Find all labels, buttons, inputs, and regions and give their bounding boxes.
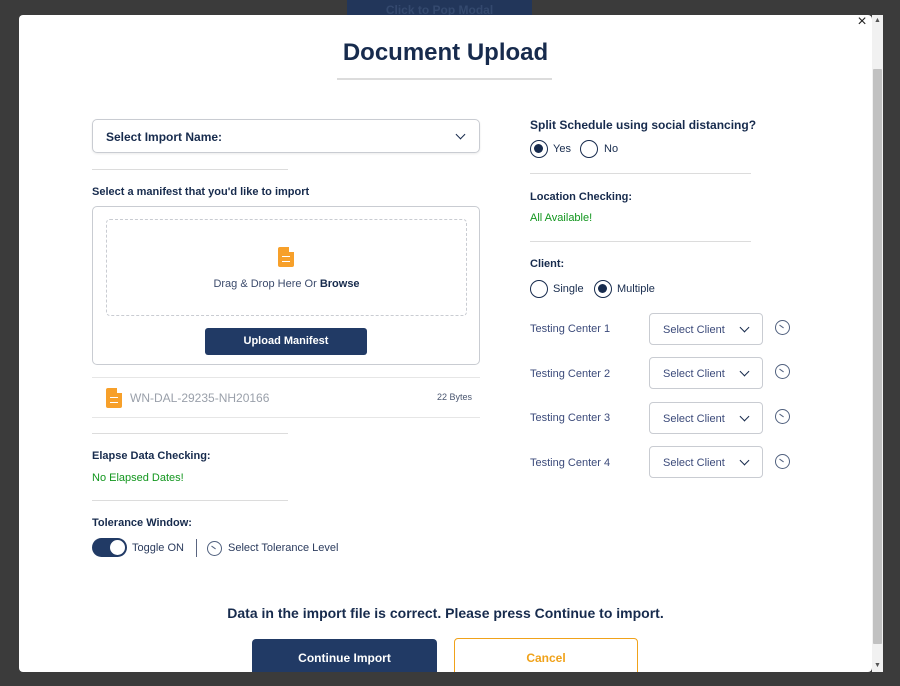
browse-link[interactable]: Browse: [320, 278, 360, 290]
client-label: Client:: [530, 258, 565, 270]
location-status: All Available!: [530, 212, 593, 224]
testing-center-label: Testing Center 2: [530, 368, 611, 380]
radio-multiple[interactable]: [594, 280, 612, 298]
scroll-up-arrow-icon[interactable]: ▲: [872, 15, 883, 27]
select-client-text: Select Client: [663, 413, 725, 425]
toggle-label: Toggle ON: [132, 542, 184, 554]
testing-center-2-select[interactable]: Select Client: [649, 357, 763, 389]
chevron-down-icon: [455, 129, 466, 140]
testing-center-3-select[interactable]: Select Client: [649, 402, 763, 434]
close-icon[interactable]: ×: [855, 14, 869, 30]
chevron-down-icon: [739, 411, 750, 422]
divider: [92, 500, 288, 501]
elapse-label: Elapse Data Checking:: [92, 450, 211, 462]
divider: [92, 169, 288, 170]
upload-manifest-button[interactable]: Upload Manifest: [205, 328, 367, 355]
select-client-text: Select Client: [663, 324, 725, 336]
radio-single-label: Single: [553, 283, 584, 295]
pop-modal-button[interactable]: Click to Pop Modal: [347, 0, 532, 16]
file-name: WN-DAL-29235-NH20166: [130, 391, 270, 405]
separator: [196, 539, 197, 557]
radio-single[interactable]: [530, 280, 548, 298]
document-upload-modal: Document Upload Select Import Name: Sele…: [19, 15, 872, 672]
radio-yes-label: Yes: [553, 143, 571, 155]
radio-yes[interactable]: [530, 140, 548, 158]
testing-center-1-select[interactable]: Select Client: [649, 313, 763, 345]
tolerance-level-link[interactable]: Select Tolerance Level: [228, 542, 338, 554]
import-name-select-label: Select Import Name:: [106, 130, 223, 144]
location-label: Location Checking:: [530, 191, 633, 203]
import-name-select[interactable]: Select Import Name:: [92, 119, 480, 153]
drop-zone[interactable]: Drag & Drop Here Or Browse: [106, 219, 467, 316]
file-icon: [106, 388, 122, 408]
gauge-icon[interactable]: [775, 320, 790, 335]
toggle-knob: [110, 540, 125, 555]
tolerance-toggle[interactable]: [92, 538, 127, 557]
testing-center-label: Testing Center 4: [530, 457, 611, 469]
chevron-down-icon: [739, 455, 750, 466]
chevron-down-icon: [739, 322, 750, 333]
manifest-prompt: Select a manifest that you'd like to imp…: [92, 186, 310, 198]
gauge-icon[interactable]: [207, 541, 222, 556]
cancel-button[interactable]: Cancel: [454, 638, 638, 672]
title-underline: [337, 78, 552, 80]
modal-scrollbar[interactable]: ▲ ▼: [872, 15, 883, 672]
modal-title: Document Upload: [342, 39, 549, 66]
radio-multiple-label: Multiple: [617, 283, 655, 295]
split-question: Split Schedule using social distancing?: [530, 118, 757, 132]
select-client-text: Select Client: [663, 457, 725, 469]
file-icon: [278, 247, 294, 267]
radio-no-label: No: [604, 143, 619, 155]
divider: [92, 433, 288, 434]
testing-center-4-select[interactable]: Select Client: [649, 446, 763, 478]
import-status-message: Data in the import file is correct. Plea…: [227, 605, 664, 621]
divider: [530, 173, 751, 174]
tolerance-label: Tolerance Window:: [92, 517, 192, 529]
radio-no[interactable]: [580, 140, 598, 158]
testing-center-label: Testing Center 3: [530, 412, 611, 424]
manifest-upload-panel: Drag & Drop Here Or Browse Upload Manife…: [92, 206, 480, 365]
divider: [530, 241, 751, 242]
select-client-text: Select Client: [663, 368, 725, 380]
continue-import-button[interactable]: Continue Import: [252, 639, 437, 672]
drop-zone-text: Drag & Drop Here Or Browse: [213, 278, 360, 290]
scroll-down-arrow-icon[interactable]: ▼: [872, 660, 883, 672]
testing-center-label: Testing Center 1: [530, 323, 611, 335]
gauge-icon[interactable]: [775, 364, 790, 379]
gauge-icon[interactable]: [775, 454, 790, 469]
file-size: 22 Bytes: [436, 392, 472, 402]
scroll-thumb[interactable]: [873, 69, 882, 644]
chevron-down-icon: [739, 366, 750, 377]
elapse-status: No Elapsed Dates!: [92, 472, 184, 484]
uploaded-file-row: WN-DAL-29235-NH20166 22 Bytes: [92, 377, 480, 418]
gauge-icon[interactable]: [775, 409, 790, 424]
